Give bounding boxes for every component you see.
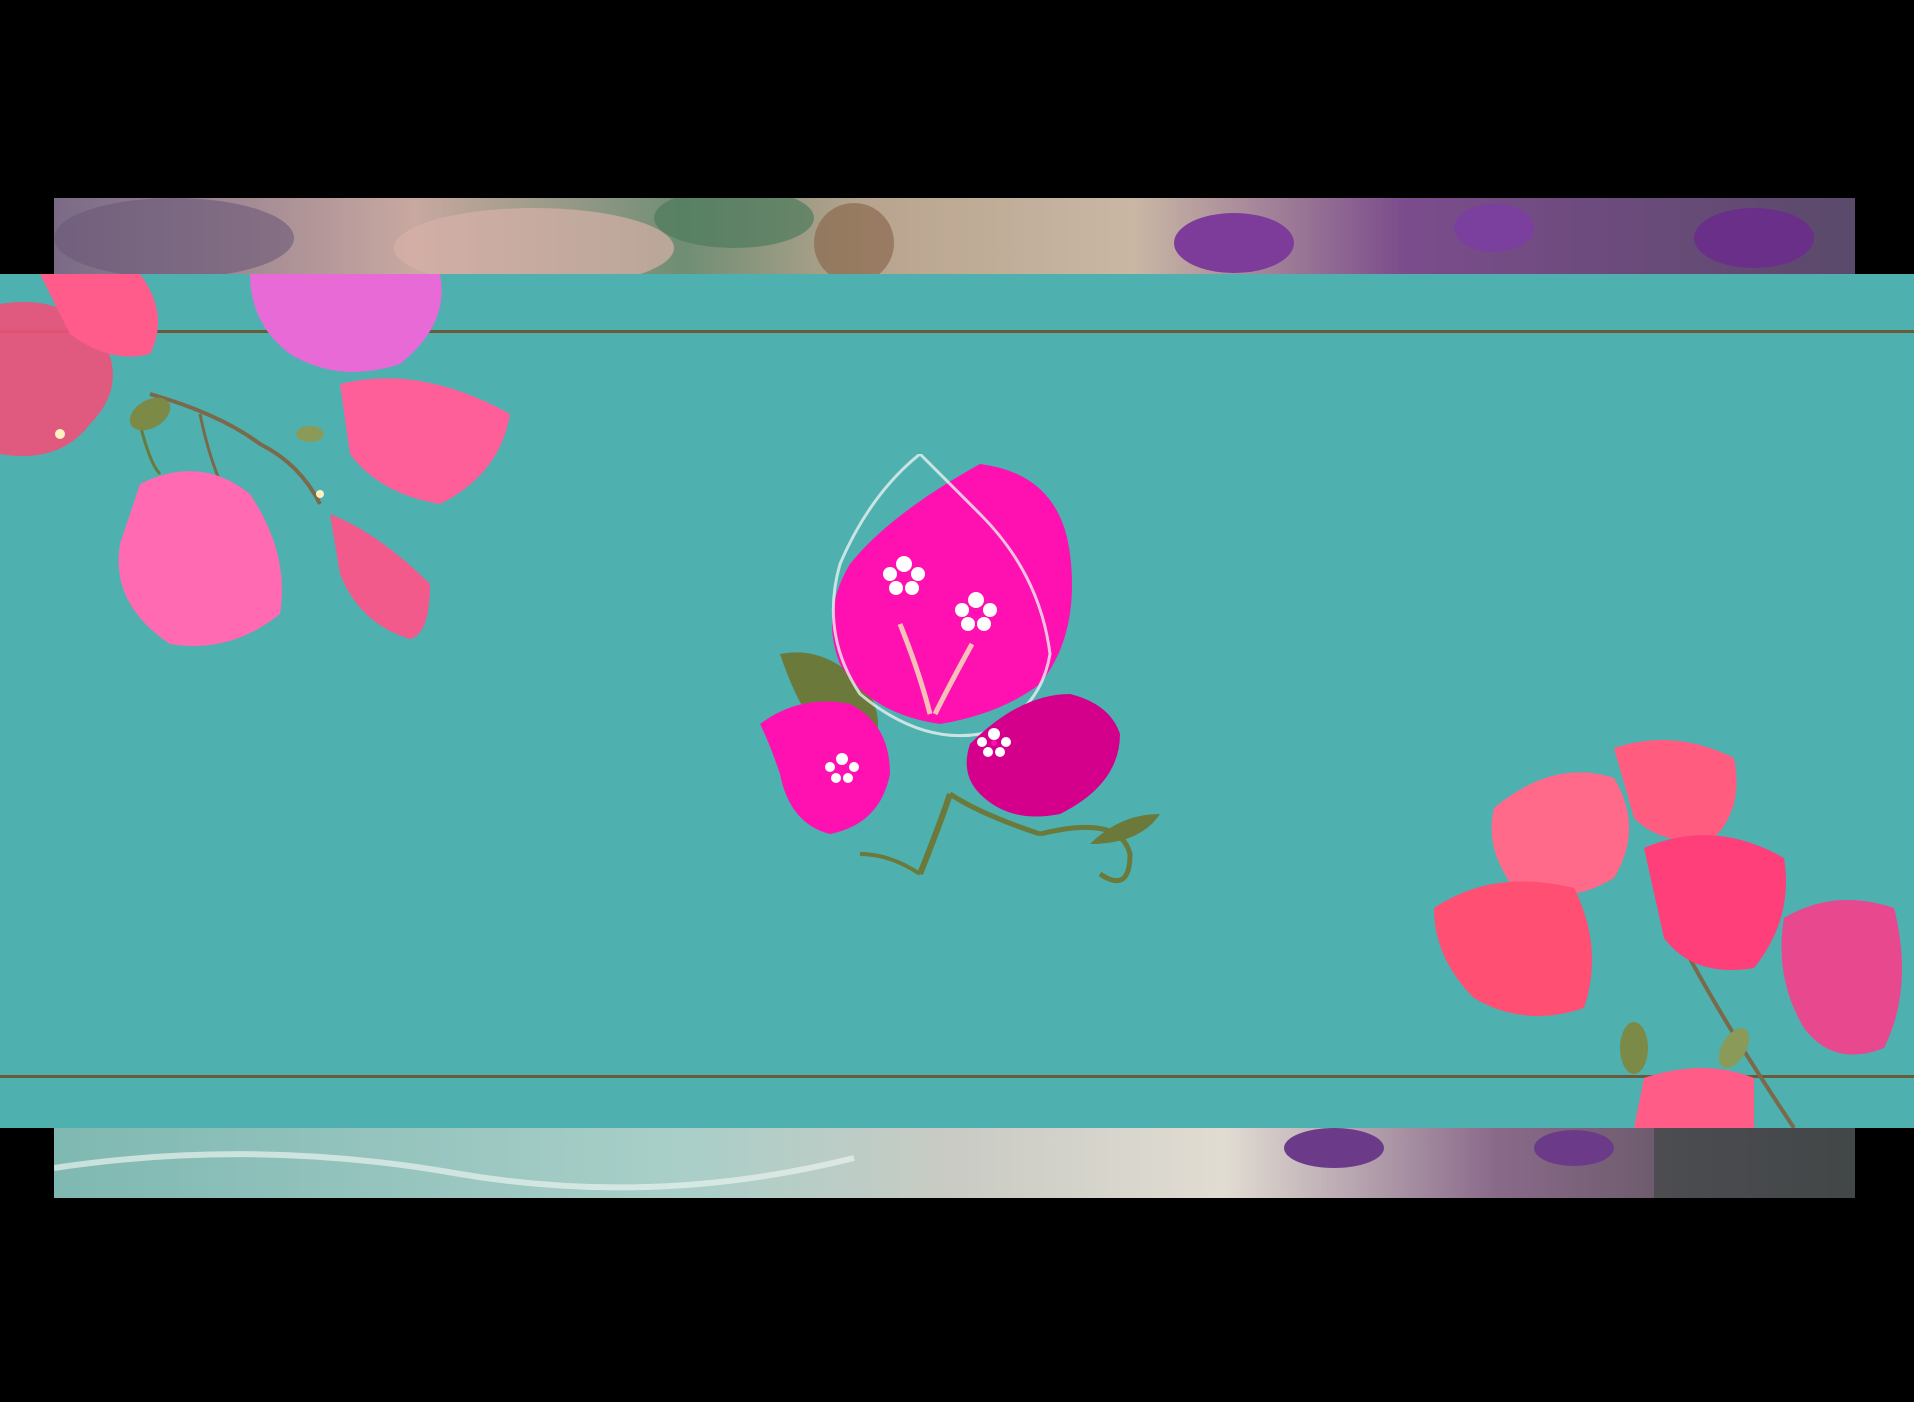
top-photo-strip bbox=[54, 198, 1855, 274]
bougainvillea-logo-icon bbox=[760, 454, 1160, 884]
bougainvillea-branch-icon bbox=[1434, 740, 1902, 1128]
bottom-photo-image bbox=[54, 1128, 1855, 1198]
bottom-photo-strip bbox=[54, 1128, 1855, 1198]
video-frame bbox=[0, 0, 1914, 1402]
top-photo-image bbox=[54, 198, 1855, 274]
bougainvillea-branch-icon bbox=[0, 274, 510, 646]
teal-banner bbox=[0, 274, 1914, 1128]
